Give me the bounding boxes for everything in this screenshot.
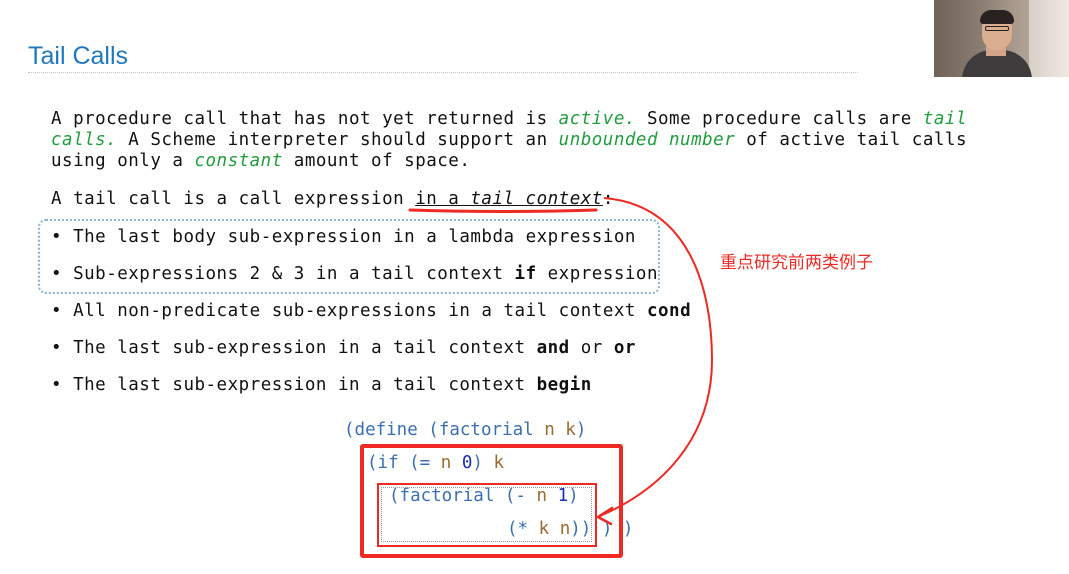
annotation-arrow — [408, 197, 714, 526]
arrow-head — [596, 506, 614, 526]
tail-context-underline — [408, 208, 598, 213]
arrow-curve — [599, 197, 714, 517]
